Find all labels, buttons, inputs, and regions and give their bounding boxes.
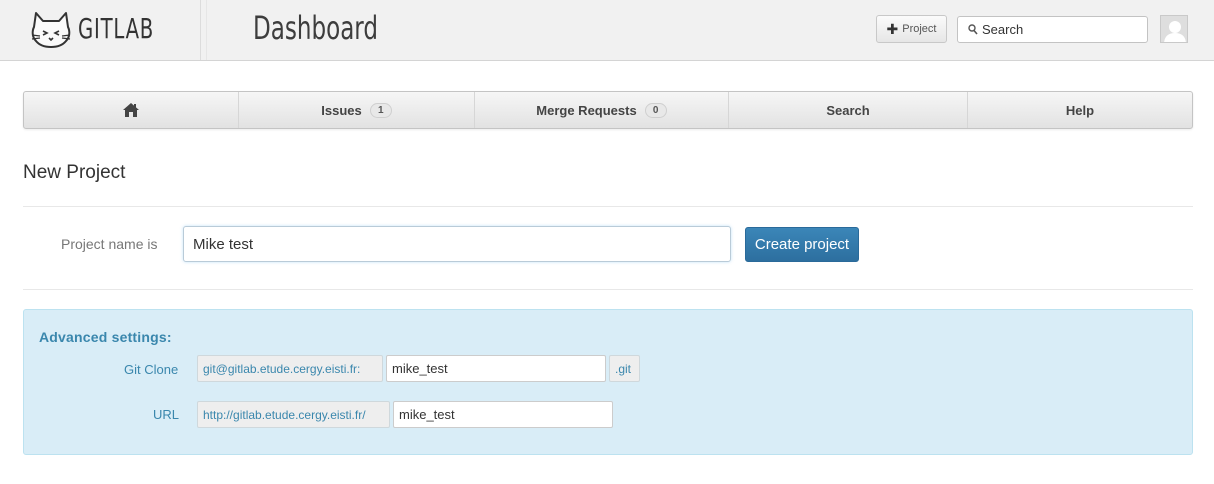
url-path-input[interactable] bbox=[393, 401, 613, 428]
url-prefix: http://gitlab.etude.cergy.eisti.fr/ bbox=[197, 401, 390, 428]
top-header: GITLAB Dashboard ✚ Project bbox=[0, 0, 1214, 61]
divider bbox=[23, 206, 1193, 207]
gitlab-cat-logo-icon bbox=[31, 12, 71, 48]
divider bbox=[23, 289, 1193, 290]
plus-icon: ✚ bbox=[886, 21, 899, 37]
git-clone-label: Git Clone bbox=[124, 362, 179, 377]
project-name-input[interactable] bbox=[183, 226, 731, 262]
search-icon bbox=[968, 24, 978, 35]
advanced-settings-panel: Advanced settings: Git Clone git@gitlab.… bbox=[23, 309, 1193, 455]
nav-merge-requests-label: Merge Requests bbox=[536, 102, 637, 118]
nav-issues-label: Issues bbox=[321, 102, 362, 118]
nav-search-label: Search bbox=[826, 102, 870, 118]
user-silhouette-icon bbox=[1161, 16, 1187, 42]
nav-search[interactable]: Search bbox=[729, 92, 968, 128]
nav-help[interactable]: Help bbox=[968, 92, 1192, 128]
advanced-settings-title: Advanced settings: bbox=[39, 329, 172, 345]
user-avatar[interactable] bbox=[1160, 15, 1188, 43]
nav-home[interactable] bbox=[24, 92, 239, 128]
main-nav: Issues 1 Merge Requests 0 Search Help bbox=[23, 91, 1193, 129]
logo-text: GITLAB bbox=[78, 12, 155, 45]
new-project-label: Project bbox=[902, 23, 937, 35]
nav-issues[interactable]: Issues 1 bbox=[239, 92, 475, 128]
create-project-button[interactable]: Create project bbox=[745, 227, 859, 262]
nav-merge-requests[interactable]: Merge Requests 0 bbox=[475, 92, 729, 128]
logo-link[interactable]: GITLAB bbox=[0, 0, 201, 60]
merge-requests-count-badge: 0 bbox=[644, 102, 667, 118]
issues-count-badge: 1 bbox=[369, 102, 392, 118]
home-icon bbox=[123, 103, 139, 117]
page-title: Dashboard bbox=[253, 9, 378, 47]
git-clone-path-input[interactable] bbox=[386, 355, 606, 382]
url-label: URL bbox=[153, 407, 180, 422]
new-project-heading: New Project bbox=[23, 162, 126, 183]
search-box[interactable] bbox=[957, 16, 1148, 43]
project-name-label: Project name is bbox=[61, 236, 158, 252]
nav-help-label: Help bbox=[1065, 102, 1095, 118]
header-divider bbox=[206, 0, 207, 60]
git-clone-prefix: git@gitlab.etude.cergy.eisti.fr: bbox=[197, 355, 383, 382]
git-clone-suffix: .git bbox=[609, 355, 640, 382]
search-input[interactable] bbox=[982, 22, 1132, 37]
new-project-button[interactable]: ✚ Project bbox=[876, 15, 947, 43]
